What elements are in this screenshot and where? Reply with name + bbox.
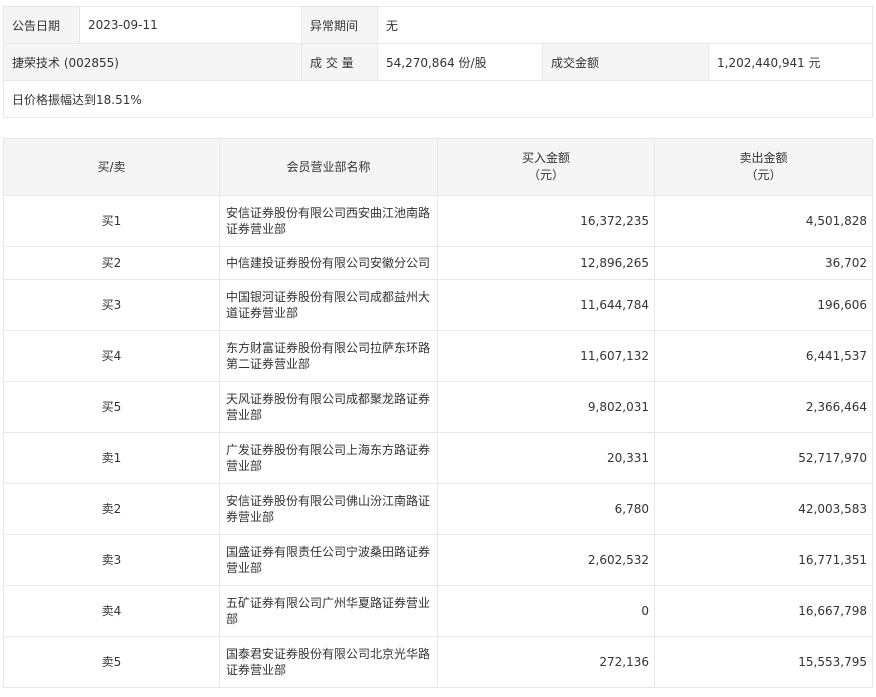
- row-sell-amount: 196,606: [654, 279, 873, 331]
- header-sell-amount: 卖出金额 （元）: [654, 138, 873, 196]
- header-buy-label: 买入金额: [521, 151, 570, 165]
- header-buy-amount: 买入金额 （元）: [437, 138, 655, 196]
- row-buy-amount: 12,896,265: [437, 246, 655, 280]
- row-broker-name: 国泰君安证券股份有限公司北京光华路证券营业部: [219, 636, 438, 688]
- row-buy-amount: 16,372,235: [437, 195, 655, 247]
- row-side: 卖1: [3, 432, 220, 484]
- row-sell-amount: 16,667,798: [654, 585, 873, 637]
- row-buy-amount: 11,607,132: [437, 330, 655, 382]
- broker-table-header: 买/卖 会员营业部名称 买入金额 （元） 卖出金额 （元）: [3, 138, 873, 196]
- row-sell-amount: 36,702: [654, 246, 873, 280]
- announce-date-value: 2023-09-11: [79, 6, 302, 44]
- summary-row-note: 日价格振幅达到18.51%: [2, 80, 874, 118]
- row-buy-amount: 20,331: [437, 432, 655, 484]
- stock-summary-table: 公告日期 2023-09-11 异常期间 无 捷荣技术 (002855) 成 交…: [2, 6, 874, 118]
- row-sell-amount: 42,003,583: [654, 483, 873, 535]
- row-sell-amount: 16,771,351: [654, 534, 873, 586]
- row-sell-amount: 4,501,828: [654, 195, 873, 247]
- table-row: 卖5 国泰君安证券股份有限公司北京光华路证券营业部 272,136 15,553…: [3, 636, 873, 688]
- row-buy-amount: 9,802,031: [437, 381, 655, 433]
- header-broker-name: 会员营业部名称: [219, 138, 438, 196]
- summary-row-date: 公告日期 2023-09-11 异常期间 无: [3, 6, 874, 44]
- row-buy-amount: 272,136: [437, 636, 655, 688]
- row-broker-name: 安信证券股份有限公司西安曲江池南路证券营业部: [219, 195, 438, 247]
- table-row: 买4 东方财富证券股份有限公司拉萨东环路第二证券营业部 11,607,132 6…: [3, 330, 873, 382]
- header-sell-unit: （元）: [745, 168, 782, 182]
- row-broker-name: 安信证券股份有限公司佛山汾江南路证券营业部: [219, 483, 438, 535]
- row-side: 买1: [3, 195, 220, 247]
- summary-row-trading: 捷荣技术 (002855) 成 交 量 54,270,864 份/股 成交金额 …: [3, 43, 874, 81]
- row-broker-name: 东方财富证券股份有限公司拉萨东环路第二证券营业部: [219, 330, 438, 382]
- volume-label: 成 交 量: [301, 43, 378, 81]
- row-side: 买3: [3, 279, 220, 331]
- row-buy-amount: 6,780: [437, 483, 655, 535]
- table-row: 买5 天风证券股份有限公司成都聚龙路证券营业部 9,802,031 2,366,…: [3, 381, 873, 433]
- row-broker-name: 中信建投证券股份有限公司安徽分公司: [219, 246, 438, 280]
- volume-value: 54,270,864 份/股: [377, 43, 543, 81]
- table-row: 卖1 广发证券股份有限公司上海东方路证券营业部 20,331 52,717,97…: [3, 432, 873, 484]
- row-side: 卖3: [3, 534, 220, 586]
- turnover-label: 成交金额: [542, 43, 709, 81]
- row-buy-amount: 0: [437, 585, 655, 637]
- row-sell-amount: 52,717,970: [654, 432, 873, 484]
- row-side: 买4: [3, 330, 220, 382]
- row-side: 买2: [3, 246, 220, 280]
- row-broker-name: 国盛证券有限责任公司宁波桑田路证券营业部: [219, 534, 438, 586]
- table-row: 卖3 国盛证券有限责任公司宁波桑田路证券营业部 2,602,532 16,771…: [3, 534, 873, 586]
- row-broker-name: 广发证券股份有限公司上海东方路证券营业部: [219, 432, 438, 484]
- broker-ranking-table: 买/卖 会员营业部名称 买入金额 （元） 卖出金额 （元） 买1 安信证券股份有…: [3, 138, 873, 688]
- row-broker-name: 五矿证券有限公司广州华夏路证券营业部: [219, 585, 438, 637]
- announce-date-label: 公告日期: [3, 6, 80, 44]
- row-side: 卖2: [3, 483, 220, 535]
- row-buy-amount: 2,602,532: [437, 534, 655, 586]
- row-broker-name: 天风证券股份有限公司成都聚龙路证券营业部: [219, 381, 438, 433]
- header-side: 买/卖: [3, 138, 220, 196]
- row-side: 卖5: [3, 636, 220, 688]
- table-row: 买1 安信证券股份有限公司西安曲江池南路证券营业部 16,372,235 4,5…: [3, 195, 873, 247]
- header-sell-label: 卖出金额: [739, 151, 788, 165]
- row-broker-name: 中国银河证券股份有限公司成都益州大道证券营业部: [219, 279, 438, 331]
- stock-name-code: 捷荣技术 (002855): [3, 43, 302, 81]
- row-side: 卖4: [3, 585, 220, 637]
- turnover-value: 1,202,440,941 元: [707, 43, 874, 81]
- abnormal-period-value: 无: [376, 6, 874, 44]
- amplitude-note: 日价格振幅达到18.51%: [2, 80, 874, 118]
- table-row: 买2 中信建投证券股份有限公司安徽分公司 12,896,265 36,702: [3, 246, 873, 280]
- row-sell-amount: 6,441,537: [654, 330, 873, 382]
- abnormal-period-label: 异常期间: [301, 6, 378, 44]
- row-side: 买5: [3, 381, 220, 433]
- table-row: 卖2 安信证券股份有限公司佛山汾江南路证券营业部 6,780 42,003,58…: [3, 483, 873, 535]
- row-sell-amount: 15,553,795: [654, 636, 873, 688]
- row-buy-amount: 11,644,784: [437, 279, 655, 331]
- header-buy-unit: （元）: [527, 168, 564, 182]
- table-row: 买3 中国银河证券股份有限公司成都益州大道证券营业部 11,644,784 19…: [3, 279, 873, 331]
- row-sell-amount: 2,366,464: [654, 381, 873, 433]
- table-row: 卖4 五矿证券有限公司广州华夏路证券营业部 0 16,667,798: [3, 585, 873, 637]
